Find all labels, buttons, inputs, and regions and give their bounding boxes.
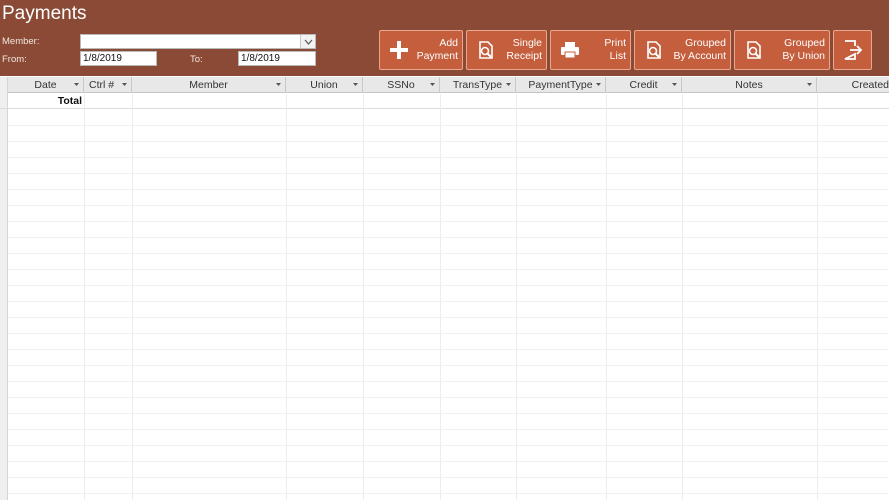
row-divider xyxy=(8,397,889,398)
column-header-label: Union xyxy=(310,79,338,91)
column-header-label: Date xyxy=(34,79,57,91)
single-receipt-button[interactable]: Single Receipt xyxy=(466,30,547,70)
add-payment-label-2: Payment xyxy=(416,50,458,62)
page-title: Payments xyxy=(2,3,87,24)
column-divider xyxy=(132,94,133,500)
column-divider xyxy=(363,94,364,500)
column-header-credit[interactable]: Credit xyxy=(606,77,682,93)
grouped-by-union-button[interactable]: Grouped By Union xyxy=(734,30,830,70)
column-header-label: TransType xyxy=(452,79,503,91)
grouped-by-account-button[interactable]: Grouped By Account xyxy=(634,30,731,70)
column-divider xyxy=(817,94,818,500)
column-header-paymenttype[interactable]: PaymentType xyxy=(516,77,606,93)
column-header-label: Credit xyxy=(629,79,658,91)
print-list-button[interactable]: Print List xyxy=(550,30,631,70)
row-divider xyxy=(8,333,889,334)
row-divider xyxy=(8,429,889,430)
column-header-row: Date Ctrl # Member Union SSNo TransType … xyxy=(0,77,889,93)
print-list-label-1: Print xyxy=(604,37,626,49)
grouped-by-account-label-1: Grouped xyxy=(685,37,726,49)
from-date-field[interactable] xyxy=(80,51,157,66)
sort-dropdown-icon[interactable] xyxy=(596,83,601,86)
column-divider xyxy=(682,94,683,500)
magnifier-doc-icon xyxy=(743,39,765,61)
to-label: To: xyxy=(190,54,203,65)
row-divider xyxy=(8,413,889,414)
row-divider xyxy=(8,125,889,126)
row-divider xyxy=(8,365,889,366)
row-divider xyxy=(8,189,889,190)
exit-door-icon xyxy=(842,39,864,61)
column-header-member[interactable]: Member xyxy=(132,77,286,93)
chevron-down-icon[interactable] xyxy=(300,35,315,48)
magnifier-doc-icon xyxy=(475,39,497,61)
column-header-union[interactable]: Union xyxy=(286,77,363,93)
row-divider xyxy=(8,493,889,494)
member-combobox[interactable] xyxy=(80,34,316,49)
column-divider xyxy=(516,94,517,500)
row-divider xyxy=(8,349,889,350)
total-label: Total xyxy=(57,95,82,107)
row-divider xyxy=(8,477,889,478)
column-header-label: Created xyxy=(851,79,889,91)
record-selector-column[interactable] xyxy=(0,77,8,500)
column-header-created[interactable]: Created xyxy=(817,77,889,93)
row-divider xyxy=(8,285,889,286)
column-header-ssno[interactable]: SSNo xyxy=(363,77,440,93)
column-divider xyxy=(606,94,607,500)
sort-dropdown-icon[interactable] xyxy=(74,83,79,86)
single-receipt-label-2: Receipt xyxy=(506,50,542,62)
grouped-by-union-label-1: Grouped xyxy=(784,37,825,49)
row-divider xyxy=(8,141,889,142)
column-header-ctrl[interactable]: Ctrl # xyxy=(84,77,132,93)
row-divider xyxy=(8,269,889,270)
exit-button[interactable] xyxy=(833,30,872,70)
grouped-by-union-label-2: By Union xyxy=(782,50,825,62)
to-date-field[interactable] xyxy=(238,51,316,66)
row-divider xyxy=(8,317,889,318)
sort-dropdown-icon[interactable] xyxy=(672,83,677,86)
grouped-by-account-label-2: By Account xyxy=(673,50,726,62)
form-header: Payments Member: From: To: Add Payment S… xyxy=(0,0,889,76)
column-divider xyxy=(84,94,85,500)
column-header-label: PaymentType xyxy=(528,79,593,91)
row-divider xyxy=(8,157,889,158)
sort-dropdown-icon[interactable] xyxy=(276,83,281,86)
sort-dropdown-icon[interactable] xyxy=(807,83,812,86)
row-divider xyxy=(8,301,889,302)
row-divider xyxy=(8,381,889,382)
column-header-label: Notes xyxy=(735,79,763,91)
print-list-label-2: List xyxy=(609,50,626,62)
row-divider xyxy=(8,445,889,446)
row-divider xyxy=(8,221,889,222)
column-header-label: Ctrl # xyxy=(89,79,115,91)
member-label: Member: xyxy=(2,36,40,47)
add-payment-button[interactable]: Add Payment xyxy=(379,30,463,70)
totals-row: Total xyxy=(0,94,889,109)
column-header-transtype[interactable]: TransType xyxy=(440,77,516,93)
column-header-notes[interactable]: Notes xyxy=(682,77,817,93)
sort-dropdown-icon[interactable] xyxy=(353,83,358,86)
row-divider xyxy=(8,237,889,238)
add-payment-label-1: Add xyxy=(439,37,458,49)
row-divider xyxy=(8,461,889,462)
column-divider xyxy=(440,94,441,500)
magnifier-doc-icon xyxy=(643,39,665,61)
from-label: From: xyxy=(2,54,27,65)
row-divider xyxy=(8,253,889,254)
row-divider xyxy=(8,205,889,206)
payments-datasheet[interactable]: Date Ctrl # Member Union SSNo TransType … xyxy=(0,77,889,500)
printer-icon xyxy=(559,39,581,61)
sort-dropdown-icon[interactable] xyxy=(506,83,511,86)
sort-dropdown-icon[interactable] xyxy=(122,83,127,86)
plus-icon xyxy=(388,39,410,61)
single-receipt-label-1: Single xyxy=(512,37,542,49)
column-header-label: Member xyxy=(189,79,228,91)
column-header-date[interactable]: Date xyxy=(8,77,84,93)
row-divider xyxy=(8,173,889,174)
column-header-label: SSNo xyxy=(387,79,415,91)
sort-dropdown-icon[interactable] xyxy=(430,83,435,86)
column-divider xyxy=(286,94,287,500)
